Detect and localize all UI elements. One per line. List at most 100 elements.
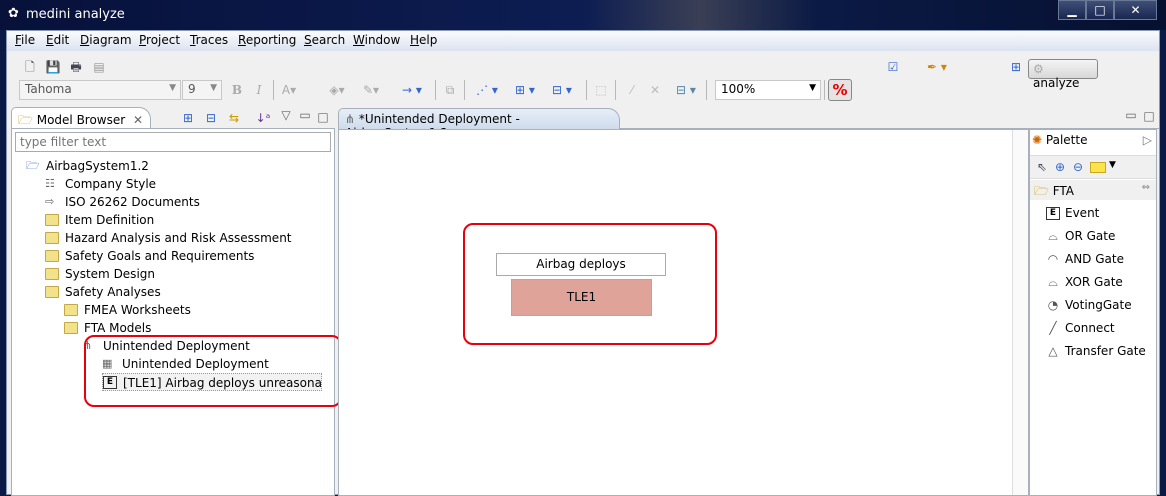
palette-item[interactable]: △ Transfer Gate [1030,340,1156,363]
vertical-scrollbar[interactable] [1012,130,1028,495]
folder-icon [45,268,59,280]
minimize-button[interactable]: ▁ [1058,0,1086,20]
palette-item[interactable]: ⌓ OR Gate [1030,225,1156,248]
tab-model-browser[interactable]: 🗁 Model Browser ✕ [11,107,151,128]
tasks-icon[interactable]: ☑ [885,59,901,75]
xor-gate-icon: ⌓ [1048,275,1058,289]
layout-icon[interactable]: ⊟ ▾ [671,82,701,98]
palette-icon: ✺ [1032,133,1043,147]
folder-icon [64,304,78,316]
menu-search[interactable]: Search [304,33,345,47]
palette-header: ✺ Palette ▷ [1032,133,1156,153]
menu-edit[interactable]: Edit [46,33,69,47]
menu-help[interactable]: Help [410,33,437,47]
font-size-combo[interactable]: 9 ▼ [182,80,222,100]
pen-icon[interactable]: ✒ ▾ [922,59,952,75]
arrange-icon[interactable]: ⊞ ▾ [510,82,540,98]
minimize-view-icon[interactable]: ▭ [297,107,313,123]
print-icon[interactable]: 🖶 [68,59,84,75]
close-button[interactable]: ✕ [1114,0,1157,20]
palette-item[interactable]: ◔ VotingGate [1030,294,1156,317]
menu-project[interactable]: Project [139,33,180,47]
copy-format-icon[interactable]: ⧉ [442,82,458,98]
palette-item[interactable]: ◠ AND Gate [1030,248,1156,271]
font-color-icon[interactable]: A▾ [281,82,297,98]
remove-line-icon[interactable]: ✕ [647,82,663,98]
palette-item-label: Transfer Gate [1065,344,1146,358]
select-all-icon[interactable]: ⋰ ▾ [472,82,502,98]
palette-item-label: XOR Gate [1065,275,1123,289]
line-color-icon[interactable]: ✎▾ [363,82,379,98]
palette-item[interactable]: E Event [1030,202,1156,225]
zoom-in-icon[interactable]: ⊕ [1052,159,1068,175]
perspective-analyze-button[interactable]: ⚙ analyze [1028,59,1098,90]
menu-diagram[interactable]: Diagram [80,33,132,47]
folder-icon [45,232,59,244]
tree-item-label: Item Definition [65,213,155,227]
tree-highlight [84,335,342,407]
folder-icon [64,322,78,334]
bold-button[interactable]: B [229,82,245,98]
open-perspective-icon[interactable]: ⊞ [1008,59,1024,75]
align-icon[interactable]: ⊟ ▾ [547,82,577,98]
folder-icon [45,214,59,226]
tab-diagram-editor[interactable]: ⋔ *Unintended Deployment - AirbagSystem1… [338,108,620,140]
palette-collapse-icon[interactable]: ▷ [1143,133,1152,147]
separator [586,80,587,100]
event-icon: E [1046,207,1060,220]
report-icon[interactable]: ▤ [91,59,107,75]
maximize-view-icon[interactable]: □ [1141,108,1157,124]
palette-tools: ⇖ ⊕ ⊖ ▼ [1030,155,1156,179]
tree-item-label: FMEA Worksheets [84,303,191,317]
close-icon[interactable]: ✕ [133,113,143,127]
zoom-out-icon[interactable]: ⊖ [1070,159,1086,175]
tree-item-label: Company Style [65,177,157,191]
menu-bar: File Edit Diagram Project Traces Reporti… [7,31,1159,51]
link-editor-icon[interactable]: ⇆ [226,110,242,126]
view-menu-icon[interactable]: ▽ [278,107,294,123]
tree-item-label: Safety Analyses [65,285,161,299]
font-size-value: 9 [188,82,196,96]
separator [273,80,274,100]
line-icon[interactable]: ⁄ [624,82,640,98]
filter-input[interactable] [15,132,331,152]
save-icon[interactable]: 💾 [45,59,61,75]
maximize-view-icon[interactable]: □ [315,109,331,125]
collapse-all-icon[interactable]: ⊟ [203,110,219,126]
note-icon[interactable] [1090,162,1106,173]
palette-item-label: Connect [1065,321,1115,335]
palette-item-label: AND Gate [1065,252,1124,266]
event-label-box[interactable]: Airbag deploys unreasonably [496,253,666,292]
palette-item[interactable]: ⌓ XOR Gate [1030,271,1156,294]
new-icon[interactable]: 🗋 [22,59,38,75]
zoom-value: 100% [721,82,756,96]
expand-all-icon[interactable]: ⊞ [180,110,196,126]
maximize-button[interactable]: □ [1086,0,1114,20]
folder-icon [45,286,59,298]
menu-file[interactable]: File [15,33,35,47]
dropdown-icon[interactable]: ▼ [1109,160,1116,170]
menu-reporting[interactable]: Reporting [238,33,296,47]
fault-tree-icon: ⋔ [345,112,356,126]
perspective-label: analyze [1033,76,1080,90]
separator [435,80,436,100]
palette-group-fta[interactable]: 🗁 FTA ⇔ [1030,180,1156,200]
pin-icon[interactable]: ⇔ [1142,182,1150,193]
menu-window[interactable]: Window [353,33,400,47]
sort-az-icon[interactable]: ↓ᵃ [255,110,271,126]
zoom-combo[interactable]: 100% ▼ [715,80,821,100]
arrow-style-icon[interactable]: → ▾ [397,82,427,98]
fill-color-icon[interactable]: ◈▾ [329,82,345,98]
italic-button[interactable]: I [251,82,267,98]
palette-item[interactable]: ╱ Connect [1030,317,1156,340]
font-combo[interactable]: Tahoma ▼ [19,80,181,100]
event-node[interactable]: TLE1 [511,279,652,316]
menu-traces[interactable]: Traces [190,33,228,47]
palette-item-label: OR Gate [1065,229,1116,243]
title-bar: ✿ medini analyze ▁ □ ✕ [0,0,1166,30]
percent-button[interactable]: % [828,79,852,101]
minimize-view-icon[interactable]: ▭ [1123,107,1139,123]
route-icon[interactable]: ⬚ [593,82,609,98]
select-tool-icon[interactable]: ⇖ [1034,159,1050,175]
palette-title: Palette [1045,133,1088,147]
